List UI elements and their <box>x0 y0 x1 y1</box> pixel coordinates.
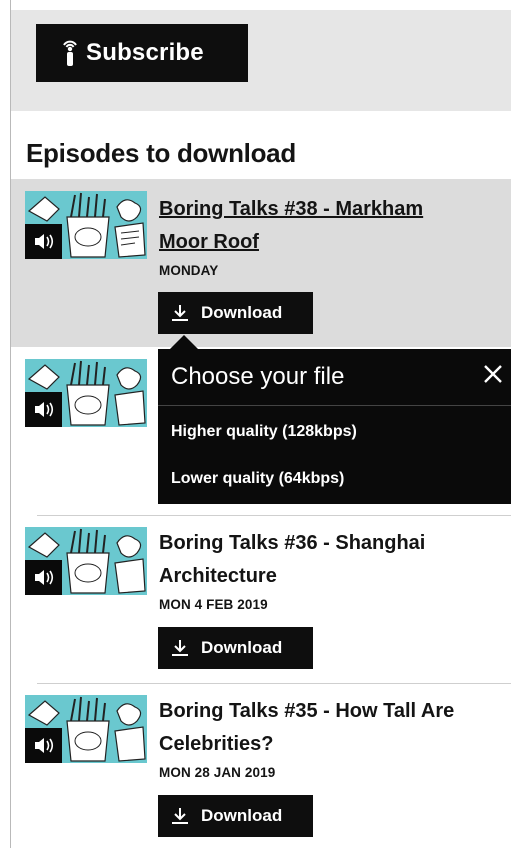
episode-item: Boring Talks #38 - Markham Moor Roof MON… <box>11 179 511 347</box>
close-icon[interactable] <box>481 362 505 386</box>
episode-item: Boring Talks #36 - Shanghai Architecture… <box>11 515 511 683</box>
divider <box>158 405 511 406</box>
subscribe-label: Subscribe <box>86 39 204 66</box>
audio-badge <box>25 392 62 427</box>
episode-date: MON 28 JAN 2019 <box>159 765 276 780</box>
option-higher-quality[interactable]: Higher quality (128kbps) <box>171 423 357 441</box>
section-title: Episodes to download <box>26 138 296 168</box>
download-button[interactable]: Download <box>158 795 313 837</box>
episode-thumbnail <box>25 527 147 595</box>
audio-badge <box>25 728 62 763</box>
episode-date: MON 4 FEB 2019 <box>159 597 268 612</box>
episode-title[interactable]: Boring Talks #36 - Shanghai Architecture <box>159 527 509 593</box>
audio-badge <box>25 224 62 259</box>
episode-title[interactable]: Boring Talks #38 - Markham Moor Roof <box>159 193 509 259</box>
episode-title[interactable]: Boring Talks #35 - How Tall Are Celebrit… <box>159 695 509 761</box>
download-icon <box>172 808 188 824</box>
volume-icon <box>35 234 54 249</box>
popup-arrow <box>170 335 198 349</box>
volume-icon <box>35 738 54 753</box>
download-button[interactable]: Download <box>158 292 313 334</box>
episode-thumbnail <box>25 191 147 259</box>
volume-icon <box>35 402 54 417</box>
choose-file-popup: Choose your file Higher quality (128kbps… <box>158 349 511 504</box>
popup-title: Choose your file <box>171 363 345 390</box>
divider <box>37 515 511 516</box>
divider <box>37 683 511 684</box>
download-icon <box>172 305 188 321</box>
download-icon <box>172 640 188 656</box>
episode-date: MONDAY <box>159 263 219 278</box>
subscribe-button[interactable]: Subscribe <box>36 24 248 82</box>
episode-thumbnail <box>25 695 147 763</box>
volume-icon <box>35 570 54 585</box>
episode-thumbnail <box>25 359 147 427</box>
episode-item: Boring Talks #35 - How Tall Are Celebrit… <box>11 683 511 848</box>
audio-badge <box>25 560 62 595</box>
option-lower-quality[interactable]: Lower quality (64kbps) <box>171 470 344 488</box>
download-button[interactable]: Download <box>158 627 313 669</box>
podcast-icon <box>63 40 77 66</box>
